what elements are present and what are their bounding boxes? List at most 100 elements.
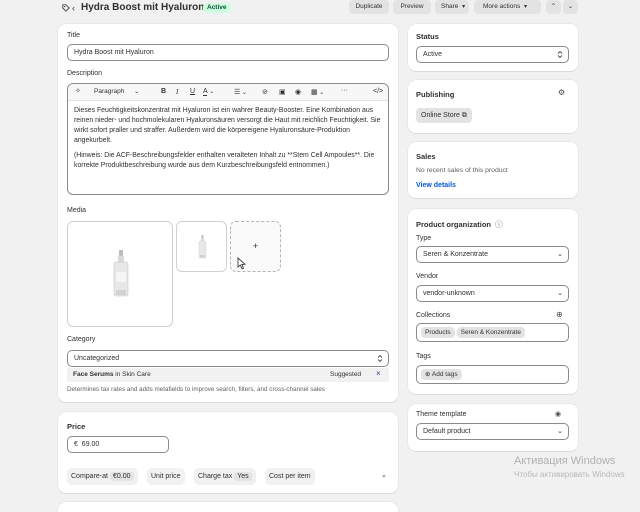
bold-icon[interactable]: B <box>161 88 166 95</box>
status-label: Status <box>416 32 439 41</box>
underline-icon[interactable]: U <box>190 88 195 95</box>
add-tags-button[interactable]: ⊕ Add tags <box>421 369 462 380</box>
description-label: Description <box>67 70 103 77</box>
chevron-left-icon[interactable]: ‹ <box>72 3 75 13</box>
theme-select[interactable]: Default product ⌄ <box>416 423 569 440</box>
close-icon[interactable]: × <box>376 369 381 378</box>
price-label: Price <box>67 422 86 431</box>
price-input[interactable]: € 69.00 <box>67 436 169 453</box>
status-badge: Active <box>203 3 231 13</box>
compare-at-label: Compare-at <box>71 473 108 480</box>
type-label: Type <box>416 235 432 242</box>
status-value: Active <box>423 51 443 58</box>
more-actions-button[interactable]: More actions ▾ <box>474 0 541 14</box>
unit-price-chip[interactable]: Unit price <box>147 468 185 485</box>
eye-icon[interactable]: ◉ <box>555 410 561 418</box>
collections-label: Collections <box>416 312 451 319</box>
charge-tax-label: Charge tax <box>198 473 233 480</box>
view-details-link[interactable]: View details <box>416 182 456 189</box>
media-main-image[interactable] <box>67 221 173 327</box>
tag-icon <box>62 4 70 12</box>
pricing-card: Price € 69.00 Compare-at €0.00 Unit price… <box>58 412 398 493</box>
media-thumbnail[interactable] <box>176 221 227 272</box>
type-value: Seren & Konzentrate <box>423 251 488 258</box>
product-organization-card: Product organization ⓘ Type Seren & Konz… <box>408 209 578 394</box>
duplicate-button[interactable]: Duplicate <box>349 0 389 14</box>
publishing-card: Publishing ⚙ Online Store ⧉ <box>408 80 578 133</box>
windows-activation-subtext: Чтобы активировать Windows <box>514 470 625 479</box>
publishing-label: Publishing <box>416 90 455 99</box>
collection-pill[interactable]: Products <box>421 327 455 338</box>
category-value: Uncategorized <box>74 355 120 362</box>
charge-tax-chip[interactable]: Charge tax Yes <box>194 468 256 485</box>
add-circle-icon[interactable]: ⊕ <box>556 310 563 319</box>
chevron-down-icon: ⌄ <box>557 251 563 258</box>
image-icon[interactable]: ▣ <box>279 88 286 96</box>
channel-name: Online Store <box>421 112 460 119</box>
link-icon[interactable]: ⊘ <box>262 88 268 96</box>
status-card: Status Active <box>408 24 578 71</box>
vendor-value: vendor-unknown <box>423 290 475 297</box>
chevron-down-icon: ⌄ <box>134 89 140 95</box>
text-color-icon[interactable]: A ⌄ <box>203 88 214 96</box>
tags-label: Tags <box>416 353 431 360</box>
select-arrows-icon <box>377 354 383 363</box>
theme-label: Theme template <box>416 411 467 418</box>
category-select[interactable]: Uncategorized <box>67 350 389 367</box>
paragraph-style-select[interactable]: Paragraph ⌄ <box>94 88 139 95</box>
cost-per-item-chip[interactable]: Cost per item <box>265 468 315 485</box>
add-circle-icon: ⊕ <box>425 371 431 378</box>
align-icon[interactable]: ☰ ⌄ <box>234 88 247 96</box>
previous-product-button[interactable]: ⌃ <box>546 0 561 14</box>
collections-field[interactable]: Products Seren & Konzentrate <box>416 323 569 342</box>
sales-label: Sales <box>416 152 436 161</box>
suggested-label: Suggested <box>330 371 362 378</box>
editor-content[interactable]: Dieses Feuchtigkeitskonzentrat mit Hyalu… <box>68 101 388 176</box>
code-icon[interactable]: </> <box>373 88 383 95</box>
description-paragraph-2: (Hinweis: Die ACF-Beschreibungsfelder en… <box>74 152 375 169</box>
sales-text: No recent sales of this product <box>416 167 508 174</box>
suggestion-name: Face Serums <box>73 371 114 378</box>
title-input[interactable]: Hydra Boost mit Hyaluron <box>67 44 389 61</box>
italic-icon[interactable]: I <box>176 88 178 96</box>
organization-label: Product organization ⓘ <box>416 219 503 230</box>
organization-title: Product organization <box>416 220 491 229</box>
info-icon[interactable]: ⓘ <box>495 220 503 229</box>
online-store-chip[interactable]: Online Store ⧉ <box>416 108 472 123</box>
table-icon[interactable]: ▦ ⌄ <box>311 88 324 96</box>
theme-template-card: Theme template ◉ Default product ⌄ <box>408 404 578 451</box>
category-suggestion[interactable]: Face Serums in Skin Care Suggested × <box>67 368 389 382</box>
serum-bottle-thumbnail <box>198 235 207 259</box>
page-title: Hydra Boost mit Hyaluron <box>81 2 205 13</box>
preview-button[interactable]: Preview <box>393 0 431 14</box>
tags-field[interactable]: ⊕ Add tags <box>416 365 569 384</box>
more-icon[interactable]: ··· <box>341 87 348 94</box>
ai-sparkle-icon[interactable]: ✧ <box>75 87 81 95</box>
pricing-chips: Compare-at €0.00 Unit price Charge tax Yes… <box>67 468 389 487</box>
status-select[interactable]: Active <box>416 46 569 63</box>
chevron-down-icon[interactable]: ⌄ <box>381 471 387 479</box>
collection-pill[interactable]: Seren & Konzentrate <box>456 327 525 338</box>
vendor-select[interactable]: vendor-unknown ⌄ <box>416 285 569 302</box>
settings-icon[interactable]: ⚙ <box>558 88 565 97</box>
type-select[interactable]: Seren & Konzentrate ⌄ <box>416 246 569 263</box>
video-icon[interactable]: ◉ <box>295 88 301 96</box>
store-icon: ⧉ <box>461 112 467 119</box>
category-label: Category <box>67 336 96 343</box>
editor-toolbar: ✧ Paragraph ⌄ B I U A ⌄ ☰ ⌄ ⊘ ▣ ◉ ▦ ⌄ ··… <box>68 84 388 101</box>
select-arrows-icon <box>557 50 563 59</box>
share-button[interactable]: Share ▾ <box>435 0 469 14</box>
chevron-down-icon: ▾ <box>462 4 466 10</box>
next-product-button[interactable]: ⌄ <box>563 0 578 14</box>
description-editor[interactable]: ✧ Paragraph ⌄ B I U A ⌄ ☰ ⌄ ⊘ ▣ ◉ ▦ ⌄ ··… <box>67 83 389 195</box>
chevron-down-icon: ▾ <box>524 4 528 10</box>
share-button-label: Share <box>441 3 459 10</box>
paragraph-style-label: Paragraph <box>94 88 125 95</box>
compare-at-chip[interactable]: Compare-at €0.00 <box>67 468 138 485</box>
suggestion-parent: in Skin Care <box>115 371 151 378</box>
description-paragraph-1: Dieses Feuchtigkeitskonzentrat mit Hyalu… <box>74 107 381 144</box>
title-label: Title <box>67 32 80 39</box>
chevron-down-icon: ⌄ <box>557 290 563 297</box>
sales-card: Sales No recent sales of this product Vi… <box>408 142 578 198</box>
chevron-up-icon: ⌃ <box>550 3 557 10</box>
